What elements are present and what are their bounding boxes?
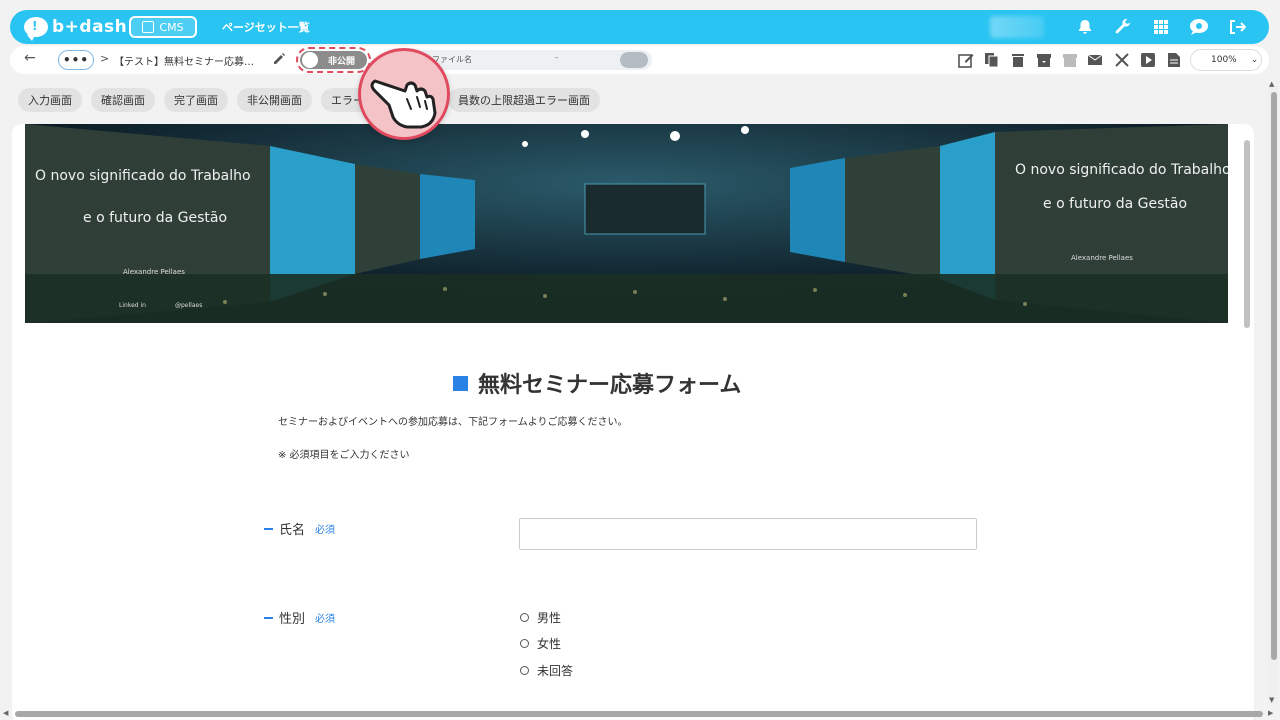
form-title: 無料セミナー応募フォーム <box>478 373 742 398</box>
pointing-hand-icon <box>358 48 450 140</box>
scroll-right-arrow-icon[interactable]: ▶ <box>1268 709 1273 717</box>
tab-complete[interactable]: 完了画面 <box>164 88 228 112</box>
apps-grid-icon[interactable] <box>1151 17 1171 37</box>
cms-menu-button[interactable]: CMS <box>129 16 197 38</box>
required-badge: 必須 <box>315 614 336 625</box>
hero-left-presenter: Alexandre Pellaes <box>123 268 185 276</box>
hero-left-social: Linked in <box>119 302 146 309</box>
gender-option-male[interactable]: 男性 <box>520 609 561 626</box>
screen-tabs: 入力画面 確認画面 完了画面 非公開画面 エラー 員数の上限超過エラー画面 <box>18 88 600 112</box>
publish-toggle-highlight: 非公開 <box>296 47 371 73</box>
name-field-label-row: 氏名 必須 <box>264 519 335 538</box>
editor-toolbar: ← ••• > 【テスト】無料セミナー応募… 非公開 ファイル名 - 100% … <box>10 46 1269 74</box>
archive-icon[interactable] <box>1034 50 1054 70</box>
bell-icon[interactable] <box>1075 17 1095 37</box>
form-heading: 無料セミナー応募フォーム <box>453 367 741 399</box>
gender-option-label: 女性 <box>537 637 562 651</box>
cms-icon <box>142 21 155 33</box>
filename-copy-button[interactable] <box>620 52 648 68</box>
edit-pencil-icon[interactable] <box>272 51 286 70</box>
name-label: 氏名 <box>279 523 306 538</box>
radio-button[interactable] <box>520 639 529 648</box>
gender-label: 性別 <box>279 612 306 627</box>
app-logo[interactable]: ! b+dash <box>24 16 128 41</box>
logout-icon[interactable] <box>1227 17 1247 37</box>
user-chat-icon[interactable] <box>1189 17 1209 37</box>
unarchive-icon[interactable] <box>1060 50 1080 70</box>
toggle-label: 非公開 <box>328 57 356 67</box>
logo-text: b+dash <box>52 17 128 37</box>
scroll-down-arrow-icon[interactable]: ▼ <box>1269 696 1274 704</box>
tab-confirm[interactable]: 確認画面 <box>91 88 155 112</box>
edit-document-icon[interactable] <box>956 50 976 70</box>
hero-left-handle: @pellaes <box>175 302 202 309</box>
hero-left-line2: e o futuro da Gestão <box>83 210 227 226</box>
tab-private[interactable]: 非公開画面 <box>237 88 312 112</box>
breadcrumb-current: 【テスト】無料セミナー応募… <box>114 57 254 68</box>
hero-image: O novo significado do Trabalho e o futur… <box>25 124 1228 323</box>
user-name-blurred <box>990 16 1044 38</box>
required-note: ※ 必須項目をご入力ください <box>278 450 410 461</box>
top-navigation-bar: ! b+dash CMS ページセット一覧 <box>10 10 1269 44</box>
required-badge: 必須 <box>315 525 336 536</box>
field-bar-icon <box>264 527 273 530</box>
hero-right-presenter: Alexandre Pellaes <box>1071 254 1133 262</box>
scroll-up-arrow-icon[interactable]: ▲ <box>1269 80 1274 88</box>
back-arrow-icon[interactable]: ← <box>24 50 36 66</box>
radio-button[interactable] <box>520 666 529 675</box>
toggle-knob <box>302 52 318 68</box>
hero-right-line1: O novo significado do Trabalho <box>1015 162 1228 178</box>
chevron-down-icon: ⌄ <box>1250 55 1259 65</box>
hero-illustration: O novo significado do Trabalho e o futur… <box>25 124 1228 323</box>
logo-bubble-icon: ! <box>24 17 48 41</box>
radio-button[interactable] <box>520 613 529 622</box>
page-title: ページセット一覧 <box>222 21 310 34</box>
hero-left-line1: O novo significado do Trabalho <box>35 168 251 184</box>
hero-right-line2: e o futuro da Gestão <box>1043 196 1187 212</box>
gender-option-no-answer[interactable]: 未回答 <box>520 662 573 679</box>
filename-value: - <box>555 53 559 63</box>
publish-toggle[interactable]: 非公開 <box>300 51 367 69</box>
copy-icon[interactable] <box>982 50 1002 70</box>
more-breadcrumb-button[interactable]: ••• <box>58 50 94 70</box>
tab-input[interactable]: 入力画面 <box>18 88 82 112</box>
document-icon[interactable] <box>1164 50 1184 70</box>
wrench-icon[interactable] <box>1113 17 1133 37</box>
page-preview: O novo significado do Trabalho e o futur… <box>12 124 1254 720</box>
gender-option-female[interactable]: 女性 <box>520 635 561 652</box>
gender-option-label: 未回答 <box>537 664 574 678</box>
tab-capacity-error[interactable]: 員数の上限超過エラー画面 <box>448 88 600 112</box>
horizontal-scrollbar-thumb[interactable] <box>15 711 1263 717</box>
play-preview-icon[interactable] <box>1138 50 1158 70</box>
gender-field-label-row: 性別 必須 <box>264 608 335 627</box>
preview-scrollbar[interactable] <box>1244 140 1250 328</box>
cms-label: CMS <box>159 20 184 34</box>
zoom-select[interactable]: 100% ⌄ <box>1190 49 1262 71</box>
mail-settings-icon[interactable] <box>1086 50 1106 70</box>
vertical-scrollbar-thumb[interactable] <box>1271 92 1277 660</box>
scroll-left-arrow-icon[interactable]: ◀ <box>3 709 8 717</box>
tools-icon[interactable] <box>1112 50 1132 70</box>
title-square-icon <box>453 375 468 391</box>
zoom-value: 100% <box>1211 55 1237 65</box>
gender-option-label: 男性 <box>537 611 562 625</box>
name-input[interactable] <box>519 518 977 550</box>
form-description: セミナーおよびイベントへの参加応募は、下記フォームよりご応募ください。 <box>278 417 628 428</box>
field-bar-icon <box>264 616 273 619</box>
breadcrumb-separator: > <box>100 52 110 65</box>
trash-icon[interactable] <box>1008 50 1028 70</box>
